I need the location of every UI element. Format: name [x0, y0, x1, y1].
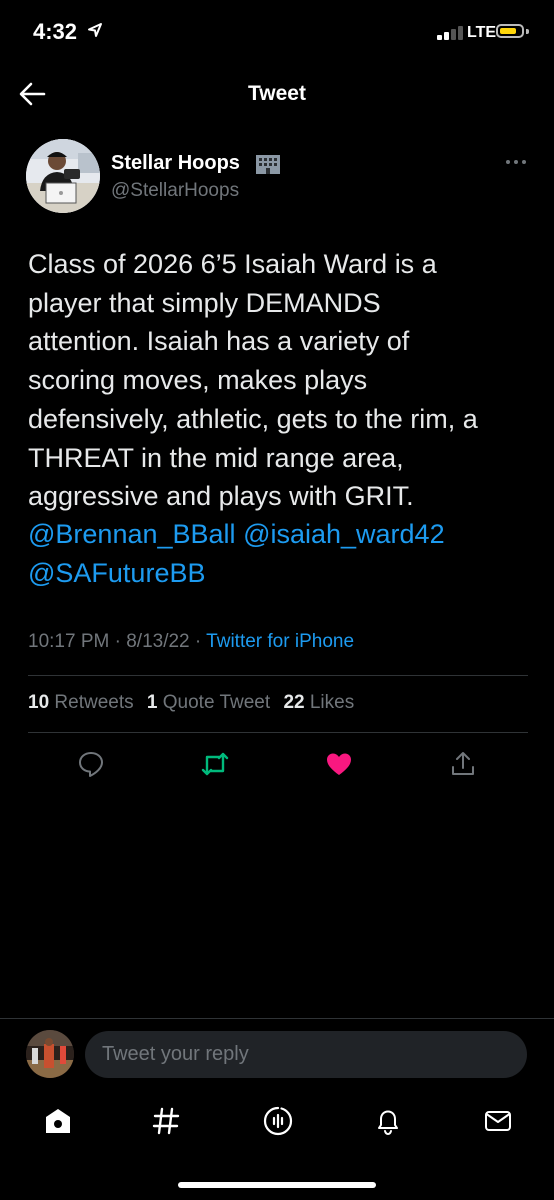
likes-stat[interactable]: 22 Likes — [283, 692, 354, 713]
signal-strength-icon — [437, 26, 463, 40]
meta-separator: · — [194, 631, 202, 652]
author-avatar[interactable] — [26, 139, 100, 213]
reply-button[interactable] — [76, 749, 106, 779]
divider — [28, 675, 528, 676]
tab-spaces[interactable] — [262, 1105, 294, 1137]
divider — [28, 732, 528, 733]
tweet-time: 10:17 PM — [28, 631, 110, 652]
page-title: Tweet — [248, 82, 306, 105]
author-photo — [26, 139, 100, 213]
retweet-button[interactable] — [200, 749, 230, 779]
likes-count: 22 — [283, 692, 305, 713]
bell-icon — [378, 1110, 398, 1136]
spaces-icon — [263, 1106, 293, 1136]
heart-filled-icon — [327, 753, 351, 775]
tweet-text-line: THREAT in the mid range area, — [28, 442, 404, 473]
tab-explore[interactable] — [150, 1105, 182, 1137]
retweets-count: 10 — [28, 692, 50, 713]
like-button[interactable] — [324, 749, 354, 779]
divider — [0, 1018, 554, 1019]
battery-nub — [526, 29, 529, 34]
home-icon — [46, 1109, 70, 1133]
mention-link[interactable]: @SAFutureBB — [28, 558, 205, 588]
tab-home[interactable] — [42, 1105, 74, 1137]
tweet-mentions: @Brennan_BBall @isaiah_ward42 @SAFutureB… — [28, 515, 533, 592]
mention-link[interactable]: @Brennan_BBall — [28, 519, 236, 549]
tweet-text-line: Class of 2026 6’5 Isaiah Ward is a — [28, 249, 437, 279]
reply-icon — [79, 752, 103, 777]
author-handle: @StellarHoops — [111, 180, 240, 201]
retweets-label: Retweets — [54, 692, 134, 713]
hashtag-icon — [152, 1107, 180, 1135]
tweet-text-line: player that simply DEMANDS — [28, 287, 381, 318]
user-photo — [26, 1030, 74, 1078]
home-indicator — [178, 1182, 376, 1188]
tweet-text-line: defensively, athletic, gets to the rim, … — [28, 403, 478, 434]
mail-icon — [485, 1111, 511, 1131]
tweet-date: 8/13/22 — [126, 631, 190, 652]
battery-icon — [496, 24, 524, 38]
tweet-meta: 10:17 PM · 8/13/22 · Twitter for iPhone — [28, 631, 354, 653]
share-button[interactable] — [448, 749, 478, 779]
nav-header: Tweet — [0, 64, 554, 124]
tweet-detail-screen: 4:32 LTE Tweet Stellar Hoops @StellarHoo… — [0, 0, 554, 1200]
mention-link[interactable]: @isaiah_ward42 — [243, 519, 445, 549]
retweet-icon — [201, 752, 229, 776]
status-time: 4:32 — [33, 19, 78, 44]
reply-input[interactable] — [85, 1031, 527, 1078]
tweet-stats: 10 Retweets 1 Quote Tweet 22 Likes — [28, 692, 362, 714]
quotes-stat[interactable]: 1 Quote Tweet — [147, 692, 270, 713]
share-icon — [452, 752, 474, 775]
more-options-button[interactable] — [502, 152, 530, 172]
location-arrow-icon — [88, 23, 102, 37]
retweets-stat[interactable]: 10 Retweets — [28, 692, 134, 713]
tweet-text: Class of 2026 6’5 Isaiah Ward is a playe… — [28, 245, 533, 516]
meta-separator: · — [114, 631, 121, 652]
quotes-label: Quote Tweet — [162, 692, 271, 713]
tab-messages[interactable] — [482, 1105, 514, 1137]
user-avatar[interactable] — [26, 1030, 74, 1078]
status-bar: 4:32 LTE — [0, 0, 554, 64]
tweet-text-line: attention. Isaiah has a variety of — [28, 326, 410, 357]
more-dots-icon — [506, 160, 526, 164]
quotes-count: 1 — [146, 692, 158, 713]
author-name[interactable]: Stellar Hoops — [111, 152, 240, 175]
business-affiliation-icon — [256, 155, 280, 174]
tweet-text-line: scoring moves, makes plays — [28, 365, 368, 396]
tweet-text-line: aggressive and plays with GRIT. — [28, 481, 414, 512]
likes-label: Likes — [309, 692, 355, 713]
tab-notifications[interactable] — [372, 1105, 404, 1137]
tweet-source-link[interactable]: Twitter for iPhone — [206, 631, 354, 652]
network-type: LTE — [467, 24, 497, 41]
